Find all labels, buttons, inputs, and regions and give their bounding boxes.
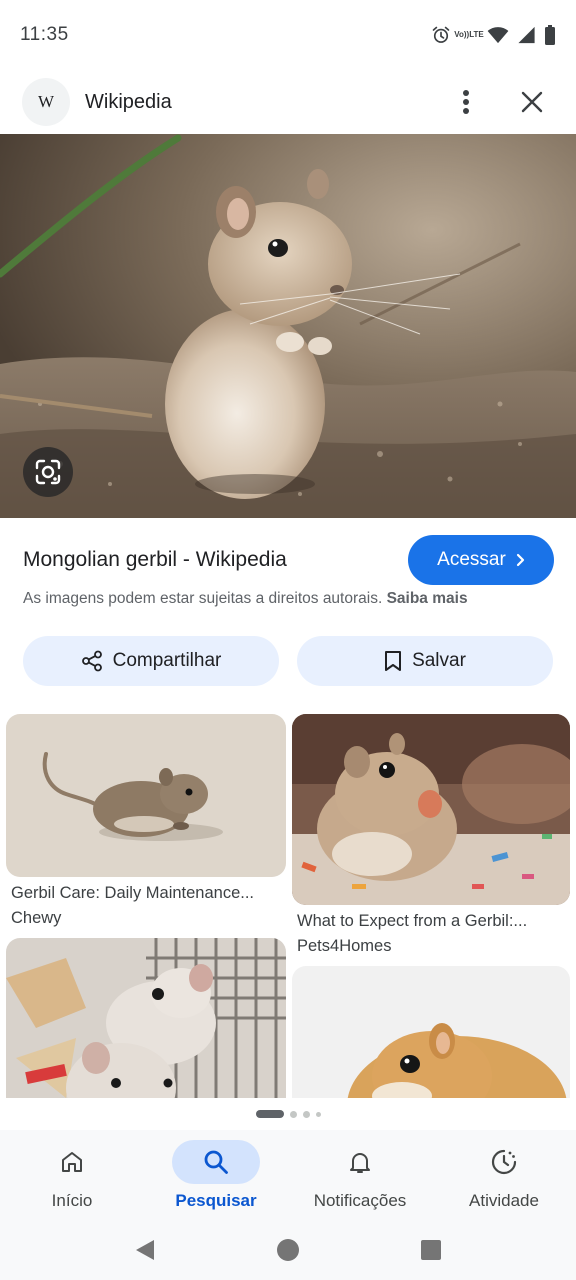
volte-label: Vo))	[454, 30, 470, 39]
learn-more-link[interactable]: Saiba mais	[387, 590, 468, 607]
clock: 11:35	[20, 24, 69, 45]
wikipedia-logo: W	[22, 78, 70, 126]
home-icon	[62, 1152, 82, 1172]
volte-icon: Vo)) LTE	[454, 31, 483, 39]
home-circle-icon	[277, 1239, 299, 1261]
nav-label: Notificações	[313, 1191, 407, 1210]
nav-label: Início	[51, 1191, 93, 1210]
page-dot	[302, 1110, 310, 1118]
result-title-row: Mongolian gerbil - Wikipedia Acessar	[0, 532, 576, 588]
back-button[interactable]	[134, 1238, 156, 1262]
main-image[interactable]	[0, 134, 576, 518]
nav-item-activity[interactable]: Atividade	[432, 1130, 576, 1220]
share-icon	[81, 650, 102, 672]
related-title: What to Expect from a Gerbil:...	[297, 912, 528, 930]
related-card[interactable]	[6, 938, 286, 1098]
close-button[interactable]	[510, 80, 554, 124]
back-triangle-icon	[136, 1240, 154, 1260]
related-card[interactable]: Gerbil Care: Daily Maintenance... Chewy	[6, 714, 286, 928]
related-thumbnail[interactable]	[292, 966, 570, 1098]
alarm-icon	[431, 25, 451, 45]
nav-icon-container	[172, 1140, 260, 1184]
nav-label: Atividade	[469, 1191, 539, 1210]
related-images: Gerbil Care: Daily Maintenance... Chewy	[0, 700, 576, 1098]
chevron-right-icon	[516, 553, 524, 567]
copyright-text: As imagens podem estar sujeitas a direit…	[23, 590, 383, 607]
share-button[interactable]: Compartilhar	[23, 636, 279, 686]
lte-label: LTE	[469, 30, 484, 39]
source-header: W Wikipedia	[0, 70, 576, 134]
related-source: Pets4Homes	[297, 937, 392, 955]
lens-icon	[35, 459, 61, 485]
save-button[interactable]: Salvar	[297, 636, 553, 686]
gerbil-photo	[6, 714, 286, 877]
site-name: Wikipedia	[85, 90, 172, 113]
visit-label: Acessar	[437, 549, 506, 570]
result-title: Mongolian gerbil - Wikipedia	[23, 548, 287, 571]
status-bar: 11:35 Vo)) LTE	[0, 0, 576, 70]
save-label: Salvar	[412, 650, 466, 671]
gerbil-photo	[292, 966, 570, 1098]
share-label: Compartilhar	[112, 650, 222, 671]
google-lens-button[interactable]	[23, 447, 73, 497]
gerbil-photo	[292, 714, 570, 905]
wifi-icon	[487, 26, 509, 44]
home-system-button[interactable]	[276, 1238, 300, 1262]
nav-icon-container	[316, 1140, 404, 1184]
gerbil-photo	[0, 134, 576, 518]
copyright-notice: As imagens podem estar sujeitas a direit…	[23, 590, 563, 608]
signal-icon	[517, 26, 536, 44]
nav-item-search[interactable]: Pesquisar	[144, 1130, 288, 1220]
nav-icon-container	[460, 1140, 548, 1184]
recents-square-icon	[421, 1240, 441, 1260]
page-dot-active	[255, 1110, 284, 1118]
search-icon	[204, 1150, 228, 1174]
related-title: Gerbil Care: Daily Maintenance...	[11, 884, 255, 902]
related-thumbnail[interactable]	[6, 714, 286, 877]
gerbil-photo	[6, 938, 286, 1098]
system-navigation	[0, 1220, 576, 1280]
nav-icon-container	[28, 1140, 116, 1184]
nav-item-notifications[interactable]: Notificações	[288, 1130, 432, 1220]
battery-icon	[544, 25, 556, 45]
activity-icon	[491, 1149, 517, 1175]
more-vert-icon	[463, 90, 469, 114]
close-icon	[521, 91, 543, 113]
bell-icon	[350, 1153, 370, 1173]
related-source: Chewy	[11, 909, 62, 927]
page-dot	[315, 1111, 321, 1117]
bottom-navigation: Início Pesquisar Notificações Atividade	[0, 1130, 576, 1220]
more-options-button[interactable]	[444, 80, 488, 124]
page-indicator	[0, 1110, 576, 1118]
status-icons: Vo)) LTE	[431, 25, 556, 45]
related-thumbnail[interactable]	[292, 714, 570, 905]
related-thumbnail[interactable]	[6, 938, 286, 1098]
nav-label: Pesquisar	[175, 1191, 257, 1210]
recents-button[interactable]	[420, 1239, 442, 1261]
visit-button[interactable]: Acessar	[408, 535, 554, 585]
nav-item-home[interactable]: Início	[0, 1130, 144, 1220]
bookmark-icon	[385, 651, 402, 671]
page-dot	[289, 1110, 297, 1118]
related-card[interactable]: What to Expect from a Gerbil:... Pets4Ho…	[292, 714, 570, 956]
action-buttons: Compartilhar Salvar	[23, 636, 553, 686]
screen: 11:35 Vo)) LTE W Wikipedia Mongolian ger…	[0, 0, 576, 1280]
related-card[interactable]	[292, 966, 570, 1098]
